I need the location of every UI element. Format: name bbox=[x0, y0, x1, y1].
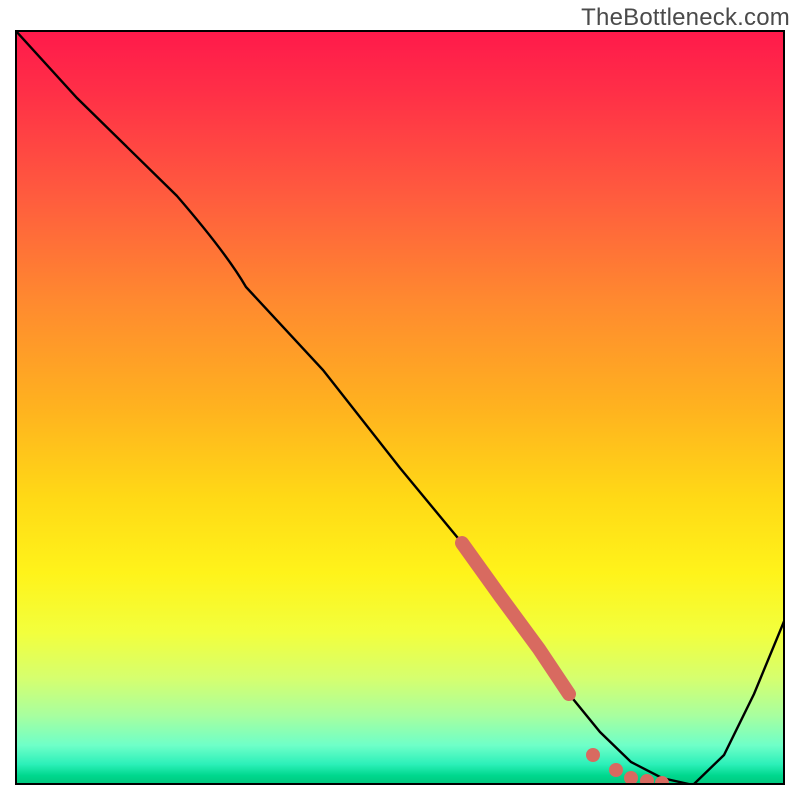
watermark-text: TheBottleneck.com bbox=[581, 4, 790, 32]
curve-layer bbox=[15, 30, 785, 785]
bottleneck-curve-line bbox=[15, 30, 785, 785]
highlight-dots bbox=[586, 748, 669, 785]
chart-stage: TheBottleneck.com bbox=[0, 0, 800, 800]
highlight-segment bbox=[462, 543, 569, 694]
plot-area bbox=[15, 30, 785, 785]
